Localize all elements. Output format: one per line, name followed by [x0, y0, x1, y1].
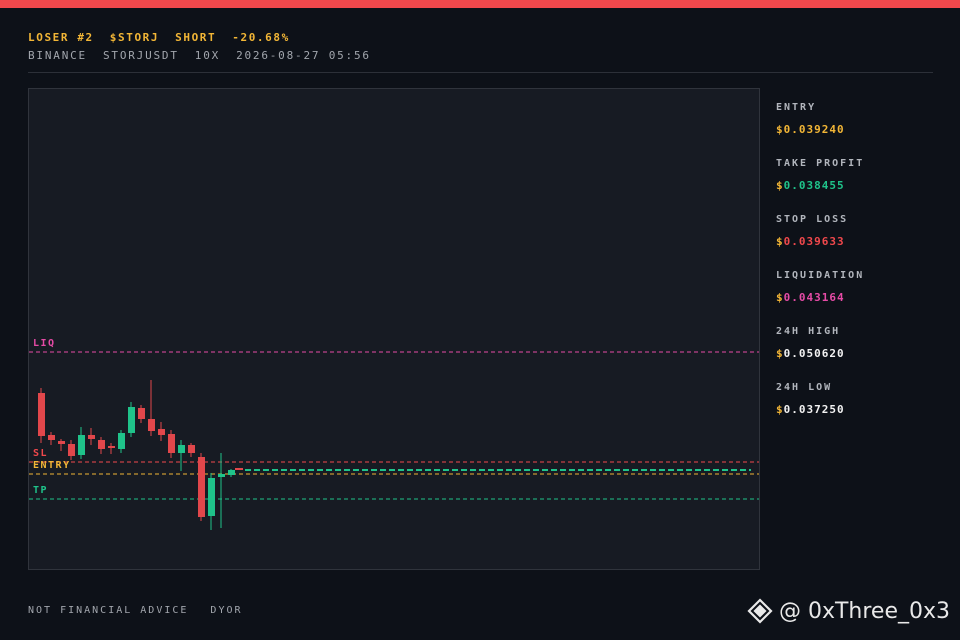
stat-take-profit-key: TAKE PROFIT	[776, 158, 865, 169]
stat-stop-loss: STOP LOSS $0.039633	[776, 214, 848, 248]
stat-24h-low-value: $0.037250	[776, 403, 845, 416]
header-divider	[28, 72, 933, 73]
disclaimer: NOT FINANCIAL ADVICE	[28, 605, 189, 616]
candlestick-chart: LIQ SL ENTRY TP	[28, 88, 760, 570]
sl-label: SL	[33, 448, 49, 459]
candle-body	[148, 419, 155, 431]
candle-body	[158, 429, 165, 435]
candles	[38, 380, 235, 530]
candle-body	[198, 457, 205, 517]
candle-body	[228, 470, 235, 475]
binance-logo-icon	[747, 598, 773, 624]
top-accent-bar	[0, 0, 960, 8]
stat-take-profit-value: $0.038455	[776, 179, 845, 192]
trade-subtitle: BINANCE STORJUSDT 10X 2026-08-27 05:56	[28, 49, 387, 62]
watermark-handle: @ 0xThree_0x3	[778, 598, 950, 624]
trade-side: SHORT	[175, 31, 217, 44]
candle-body	[188, 445, 195, 453]
stat-stop-loss-key: STOP LOSS	[776, 214, 849, 225]
stat-entry-value: $0.039240	[776, 123, 845, 136]
stat-24h-high-key: 24H HIGH	[776, 326, 841, 337]
stat-liquidation-key: LIQUIDATION	[776, 270, 865, 281]
stat-24h-low-key: 24H LOW	[776, 382, 833, 393]
price-change: -20.68%	[232, 31, 290, 44]
candle-body	[38, 393, 45, 436]
candle-body	[98, 440, 105, 449]
candle-body	[88, 435, 95, 439]
stat-24h-high: 24H HIGH $0.050620	[776, 326, 845, 360]
entry-label: ENTRY	[33, 460, 71, 471]
exchange: BINANCE	[28, 49, 87, 62]
candle-body	[168, 434, 175, 453]
liq-label: LIQ	[33, 338, 56, 349]
trade-title: LOSER #2 $STORJ SHORT -20.68%	[28, 31, 306, 44]
stat-24h-high-value: $0.050620	[776, 347, 845, 360]
chart-canvas	[29, 351, 759, 530]
candle-body	[218, 474, 225, 477]
datetime: 2026-08-27 05:56	[236, 49, 371, 62]
stat-liquidation: LIQUIDATION $0.043164	[776, 270, 864, 304]
stat-entry-key: ENTRY	[776, 102, 817, 113]
stat-entry: ENTRY $0.039240	[776, 102, 845, 136]
pair: STORJUSDT	[102, 49, 179, 62]
candle-body	[108, 446, 115, 448]
candle-body	[68, 444, 75, 456]
ticker: $STORJ	[109, 31, 160, 44]
candle-body	[58, 441, 65, 444]
candle-body	[128, 407, 135, 433]
stat-24h-low: 24H LOW $0.037250	[776, 382, 845, 416]
tp-label: TP	[33, 485, 49, 496]
candle-body	[208, 478, 215, 516]
stat-liquidation-value: $0.043164	[776, 291, 845, 304]
candle-body	[78, 435, 85, 455]
stat-stop-loss-value: $0.039633	[776, 235, 845, 248]
watermark: @ 0xThree_0x3	[747, 598, 950, 624]
candle-body	[48, 435, 55, 440]
footer: NOT FINANCIAL ADVICE DYOR	[28, 605, 265, 616]
candle-body	[138, 408, 145, 419]
dyor: DYOR	[210, 605, 243, 616]
leverage: 10X	[194, 49, 221, 62]
candle-body	[118, 433, 125, 449]
loser-rank: LOSER #2	[28, 31, 94, 44]
stat-take-profit: TAKE PROFIT $0.038455	[776, 158, 864, 192]
candle-body	[178, 445, 185, 453]
